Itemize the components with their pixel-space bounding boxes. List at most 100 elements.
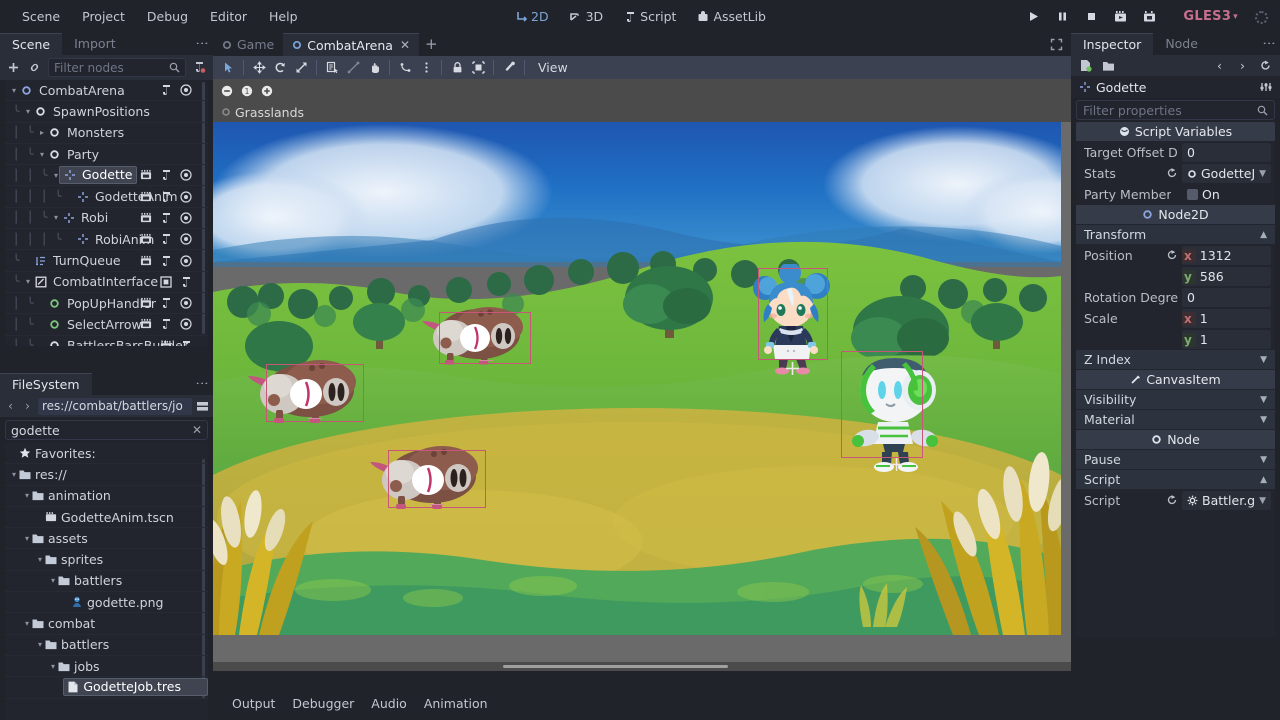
- scene-tree-item-turnqueue[interactable]: ╰ TurnQueue: [5, 250, 208, 271]
- inspector-property-value-y[interactable]: y 586: [1182, 267, 1271, 286]
- visibility-icon[interactable]: [179, 254, 192, 267]
- filesystem-item[interactable]: ▾ assets: [5, 528, 208, 549]
- menu-editor[interactable]: Editor: [200, 5, 257, 28]
- zoom-out-button[interactable]: [220, 84, 233, 97]
- instance-scene-icon[interactable]: [27, 60, 42, 75]
- scene-tree[interactable]: ▾ CombatArena ╰▾ SpawnPositions │╰▸ Mons…: [5, 80, 208, 346]
- filesystem-item[interactable]: ▾ animation: [5, 486, 208, 507]
- load-resource-icon[interactable]: [1102, 59, 1115, 72]
- scene-tree-item-spawnpositions[interactable]: ╰▾ SpawnPositions: [5, 101, 208, 122]
- menu-scene[interactable]: Scene: [12, 5, 70, 28]
- inspector-property-value[interactable]: Battler.g ▼: [1182, 491, 1271, 510]
- menu-debug[interactable]: Debug: [137, 5, 198, 28]
- chevron-down-icon[interactable]: ▾: [22, 491, 32, 500]
- history-menu-icon[interactable]: [1259, 59, 1272, 72]
- scene-tree-item-monsters[interactable]: │╰▸ Monsters: [5, 123, 208, 144]
- scale-mode-tool[interactable]: [291, 58, 311, 77]
- inspector-filter-input[interactable]: Filter properties: [1076, 100, 1275, 120]
- revert-icon[interactable]: [1166, 249, 1178, 261]
- chevron-down-icon[interactable]: ▾: [48, 662, 58, 671]
- tab-inspector[interactable]: Inspector: [1071, 33, 1153, 55]
- tab-import[interactable]: Import: [62, 33, 128, 55]
- script-icon[interactable]: [159, 190, 172, 203]
- inspector-section-transform[interactable]: Transform ▲: [1076, 225, 1275, 244]
- visibility-icon[interactable]: [179, 190, 192, 203]
- animation-player-icon[interactable]: [139, 318, 152, 331]
- visibility-icon[interactable]: [179, 169, 192, 182]
- nav-forward-icon[interactable]: ›: [21, 399, 34, 413]
- current-path-field[interactable]: res://combat/battlers/jo: [38, 398, 192, 415]
- update-spinner-icon[interactable]: [1255, 11, 1268, 24]
- animation-player-icon[interactable]: [139, 233, 152, 246]
- chevron-down-icon[interactable]: ▼: [1259, 496, 1266, 506]
- object-menu-icon[interactable]: [1260, 81, 1272, 93]
- snap-options-menu[interactable]: [416, 58, 436, 77]
- scene-tree-item-robi[interactable]: ││╰▾ Robi: [5, 208, 208, 229]
- party-godette[interactable]: [746, 264, 842, 376]
- inspector-section-script[interactable]: Script ▲: [1076, 470, 1275, 489]
- history-forward-icon[interactable]: ›: [1236, 59, 1249, 72]
- play-scene-button[interactable]: [1107, 5, 1133, 29]
- scene-tree-item-party[interactable]: │╰▾ Party: [5, 144, 208, 165]
- monster-boar-1[interactable]: [248, 342, 368, 430]
- select-mode-tool[interactable]: [218, 58, 238, 77]
- inspector-property-value[interactable]: On: [1182, 185, 1271, 204]
- inspector-properties[interactable]: Script VariablesTarget Offset D 0 Stats …: [1076, 122, 1275, 637]
- revert-icon[interactable]: [1166, 167, 1178, 179]
- menu-project[interactable]: Project: [72, 5, 135, 28]
- filesystem-item[interactable]: ▾ jobs: [5, 656, 208, 677]
- renderer-selector[interactable]: GLES3 ▾: [1183, 0, 1238, 33]
- filter-nodes-input[interactable]: Filter nodes: [48, 58, 186, 77]
- chevron-up-icon[interactable]: ▲: [1260, 230, 1267, 240]
- animation-player-icon[interactable]: [159, 339, 172, 346]
- scene-tree-item-combatinterface[interactable]: ╰▾ CombatInterface: [5, 272, 208, 293]
- clear-search-icon[interactable]: ✕: [192, 423, 202, 437]
- filesystem-tree[interactable]: Favorites: ▾ res:// ▾ animation GodetteA…: [5, 443, 208, 720]
- history-back-icon[interactable]: ‹: [1213, 59, 1226, 72]
- add-node-icon[interactable]: [6, 60, 21, 75]
- visibility-icon[interactable]: [179, 297, 192, 310]
- bottom-tab-audio[interactable]: Audio: [371, 696, 407, 711]
- chevron-down-icon[interactable]: ▾: [22, 534, 32, 543]
- tab-scene[interactable]: Scene: [0, 33, 62, 55]
- script-icon[interactable]: [159, 254, 172, 267]
- inspector-section-z-index[interactable]: Z Index ▼: [1076, 350, 1275, 369]
- filesystem-dock-menu-icon[interactable]: ⋮: [195, 377, 207, 390]
- chevron-down-icon[interactable]: ▾: [9, 470, 19, 479]
- scene-tree-item-godetteanim[interactable]: │││╰ GodetteAnim: [5, 186, 208, 207]
- filesystem-item[interactable]: godette.png: [5, 592, 208, 613]
- chevron-down-icon[interactable]: ▾: [35, 555, 45, 564]
- scene-tab-combatarena[interactable]: CombatArena ✕: [283, 33, 419, 56]
- visibility-icon[interactable]: [179, 211, 192, 224]
- chevron-down-icon[interactable]: ▾: [9, 86, 19, 95]
- animation-player-icon[interactable]: [139, 169, 152, 182]
- nav-back-icon[interactable]: ‹: [4, 399, 17, 413]
- chevron-down-icon[interactable]: ▼: [1259, 169, 1266, 179]
- scene-tree-item-combatarena[interactable]: ▾ CombatArena: [5, 80, 208, 101]
- chevron-down-icon[interactable]: ▼: [1260, 455, 1267, 465]
- script-icon[interactable]: [159, 297, 172, 310]
- chevron-down-icon[interactable]: ▾: [37, 150, 47, 159]
- filesystem-item[interactable]: ▾ battlers: [5, 571, 208, 592]
- monster-boar-3[interactable]: [370, 428, 490, 516]
- scene-tree-item-robianim[interactable]: │││╰ RobiAnim: [5, 229, 208, 250]
- filesystem-search-input[interactable]: godette ✕: [5, 420, 208, 440]
- smart-snap-tool[interactable]: [395, 58, 415, 77]
- mode-3d-button[interactable]: 3D: [561, 5, 612, 28]
- inspector-section-pause[interactable]: Pause ▼: [1076, 450, 1275, 469]
- script-icon[interactable]: [179, 275, 192, 288]
- inspector-property-value[interactable]: GodetteJ ▼: [1182, 164, 1271, 183]
- play-button[interactable]: [1020, 5, 1046, 29]
- chevron-down-icon[interactable]: ▾: [35, 640, 45, 649]
- chevron-down-icon[interactable]: ▼: [1260, 395, 1267, 405]
- filesystem-item[interactable]: ▾ combat: [5, 613, 208, 634]
- close-icon[interactable]: ✕: [400, 38, 410, 52]
- filesystem-item[interactable]: GodetteJob.tres: [5, 677, 208, 698]
- inspector-dock-menu-icon[interactable]: ⋮: [1262, 37, 1274, 50]
- move-mode-tool[interactable]: [249, 58, 269, 77]
- scene-tree-item-godette[interactable]: ││╰▾ Godette: [5, 165, 208, 186]
- inspector-property-value-x[interactable]: x 1312: [1182, 246, 1271, 265]
- animation-player-icon[interactable]: [139, 297, 152, 310]
- chevron-right-icon[interactable]: ▸: [37, 128, 47, 137]
- inspector-property-value-x[interactable]: x 1: [1182, 309, 1271, 328]
